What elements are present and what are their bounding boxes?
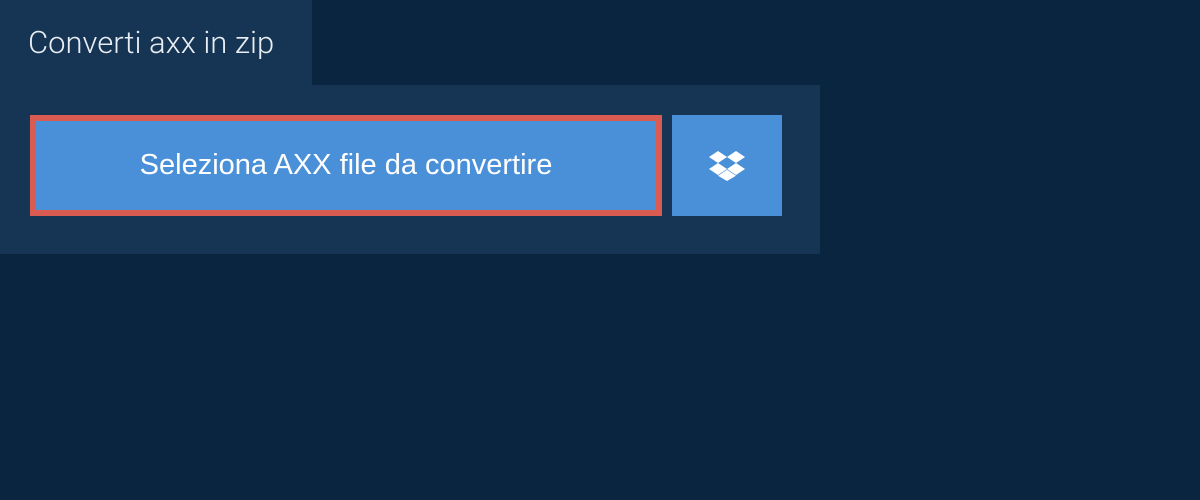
content-panel: Seleziona AXX file da convertire: [0, 85, 820, 254]
button-row: Seleziona AXX file da convertire: [30, 115, 790, 216]
tab-title: Converti axx in zip: [28, 24, 274, 61]
dropbox-icon: [709, 148, 745, 184]
select-file-button[interactable]: Seleziona AXX file da convertire: [36, 121, 656, 210]
select-file-label: Seleziona AXX file da convertire: [140, 149, 553, 182]
tab-convert[interactable]: Converti axx in zip: [0, 0, 312, 85]
dropbox-button[interactable]: [672, 115, 782, 216]
select-file-highlight: Seleziona AXX file da convertire: [30, 115, 662, 216]
